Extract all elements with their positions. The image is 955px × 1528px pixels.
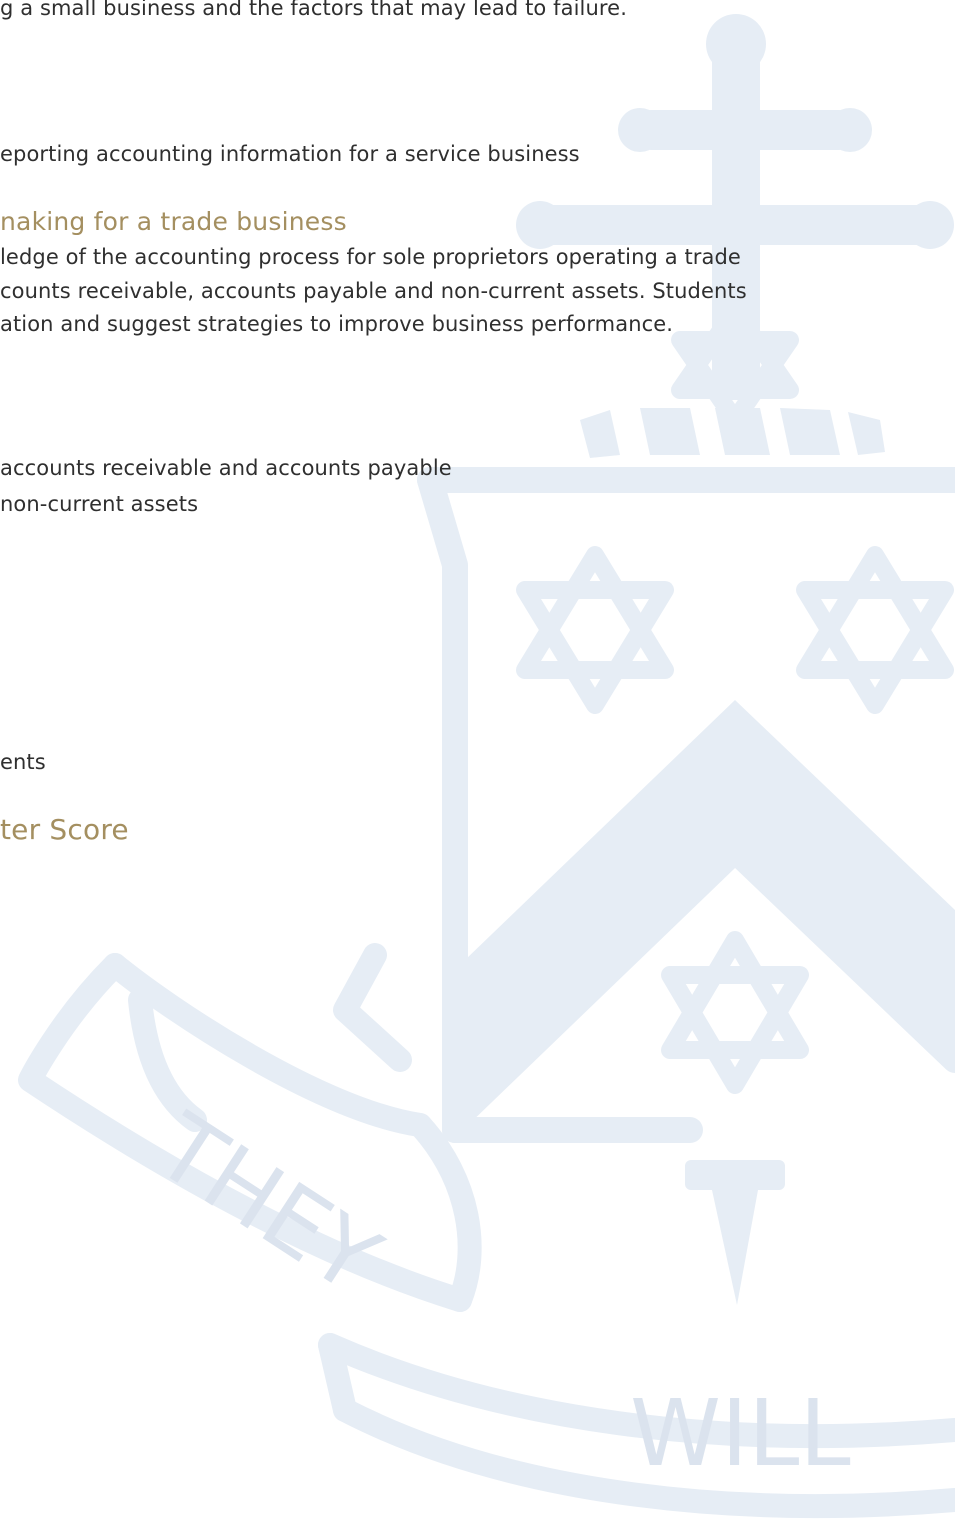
text-line-ents: ents	[0, 750, 46, 774]
paragraph-line-1: ledge of the accounting process for sole…	[0, 245, 741, 269]
text-line-small-business: g a small business and the factors that …	[0, 0, 627, 20]
text-line-service-business: eporting accounting information for a se…	[0, 142, 580, 166]
list-item-non-current-assets: non-current assets	[0, 492, 199, 516]
paragraph-line-3: ation and suggest strategies to improve …	[0, 312, 674, 336]
document-content: g a small business and the factors that …	[0, 0, 955, 1528]
paragraph-line-2: counts receivable, accounts payable and …	[0, 279, 747, 303]
list-item-receivable-payable: accounts receivable and accounts payable	[0, 456, 452, 480]
section-heading-trade-business: naking for a trade business	[0, 207, 347, 236]
section-heading-score: ter Score	[0, 813, 129, 846]
